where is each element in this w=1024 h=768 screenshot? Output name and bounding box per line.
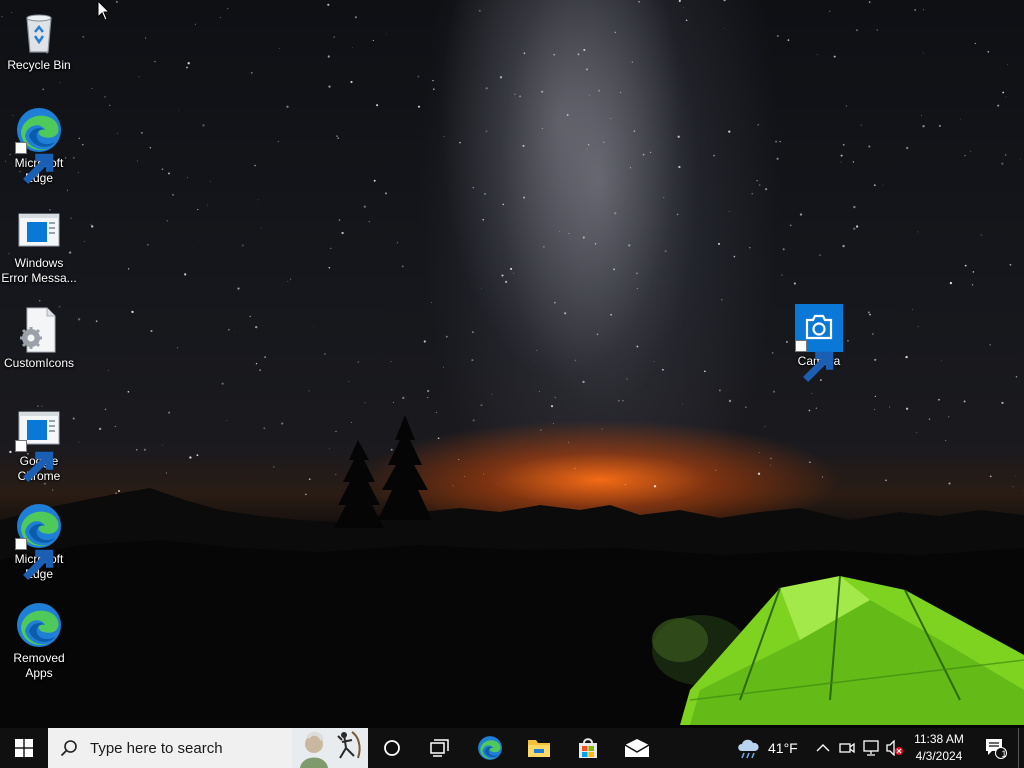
desktop-icon-removed-apps[interactable]: Removed Apps [1, 601, 77, 681]
weather-widget[interactable]: 41°F [736, 728, 798, 768]
desktop-icon-microsoft-edge-2[interactable]: Microsoft Edge [1, 502, 77, 582]
show-desktop-button[interactable] [1018, 728, 1024, 768]
shortcut-arrow-icon [15, 440, 54, 482]
mouse-cursor-icon [97, 0, 111, 21]
chevron-up-icon [816, 744, 830, 752]
file-explorer-icon [528, 740, 550, 757]
taskbar-mail-button[interactable] [617, 728, 657, 768]
cortana-icon [384, 740, 400, 756]
start-button[interactable] [0, 728, 48, 768]
windows-logo-icon [15, 739, 33, 757]
taskbar: Type here to search 41°F 11:38 AM 4/3/20… [0, 728, 1024, 768]
cortana-button[interactable] [372, 728, 412, 768]
taskbar-edge-button[interactable] [470, 728, 510, 768]
weather-temperature: 41°F [768, 740, 798, 756]
microsoft-store-icon [579, 738, 597, 758]
show-hidden-icons-button[interactable] [812, 728, 834, 768]
mail-icon [624, 739, 650, 757]
desktop-icon-recycle-bin[interactable]: Recycle Bin [1, 8, 77, 73]
search-highlight-illustration-icon [292, 728, 368, 768]
task-view-icon [430, 739, 449, 757]
window-app-icon [15, 404, 63, 482]
desktop-icon-google-chrome[interactable]: Google Chrome [1, 404, 77, 484]
task-view-button[interactable] [420, 728, 460, 768]
edge-icon [478, 736, 502, 760]
tray-network-button[interactable] [860, 728, 882, 768]
notification-count-badge: 1 [1001, 749, 1007, 759]
volume-muted-icon [886, 740, 903, 756]
desktop[interactable]: Recycle Bin Microsoft Edge Windows Error… [0, 0, 1024, 728]
desktop-icon-windows-error-messages[interactable]: Windows Error Messa... [1, 206, 77, 286]
camera-icon [795, 304, 843, 382]
taskbar-clock[interactable]: 11:38 AM 4/3/2024 [906, 728, 972, 768]
search-input[interactable]: Type here to search [48, 728, 368, 768]
clock-date: 4/3/2024 [915, 749, 963, 763]
landscape-wallpaper [0, 415, 1024, 728]
clock-time: 11:38 AM [914, 732, 964, 746]
desktop-icon-camera[interactable]: Camera [781, 304, 857, 382]
taskbar-store-button[interactable] [568, 728, 608, 768]
tray-volume-button[interactable] [884, 728, 906, 768]
tray-meet-now-button[interactable] [836, 728, 858, 768]
edge-icon [15, 106, 63, 184]
desktop-icon-microsoft-edge[interactable]: Microsoft Edge [1, 106, 77, 186]
network-icon [863, 740, 879, 756]
shortcut-arrow-icon [15, 538, 54, 580]
taskbar-file-explorer-button[interactable] [519, 728, 559, 768]
shortcut-arrow-icon [15, 142, 54, 184]
desktop-icon-customicons[interactable]: CustomIcons [1, 306, 77, 371]
edge-icon [15, 502, 63, 580]
search-icon [60, 740, 77, 757]
video-camera-icon [839, 742, 855, 754]
recycle-bin-icon [15, 8, 63, 56]
window-app-icon [15, 206, 63, 254]
cloud-rain-icon [738, 739, 759, 759]
shortcut-arrow-icon [795, 340, 834, 382]
edge-icon [15, 601, 63, 649]
search-placeholder: Type here to search [90, 739, 223, 757]
action-center-button[interactable]: 1 [978, 728, 1014, 768]
settings-file-icon [15, 306, 63, 354]
